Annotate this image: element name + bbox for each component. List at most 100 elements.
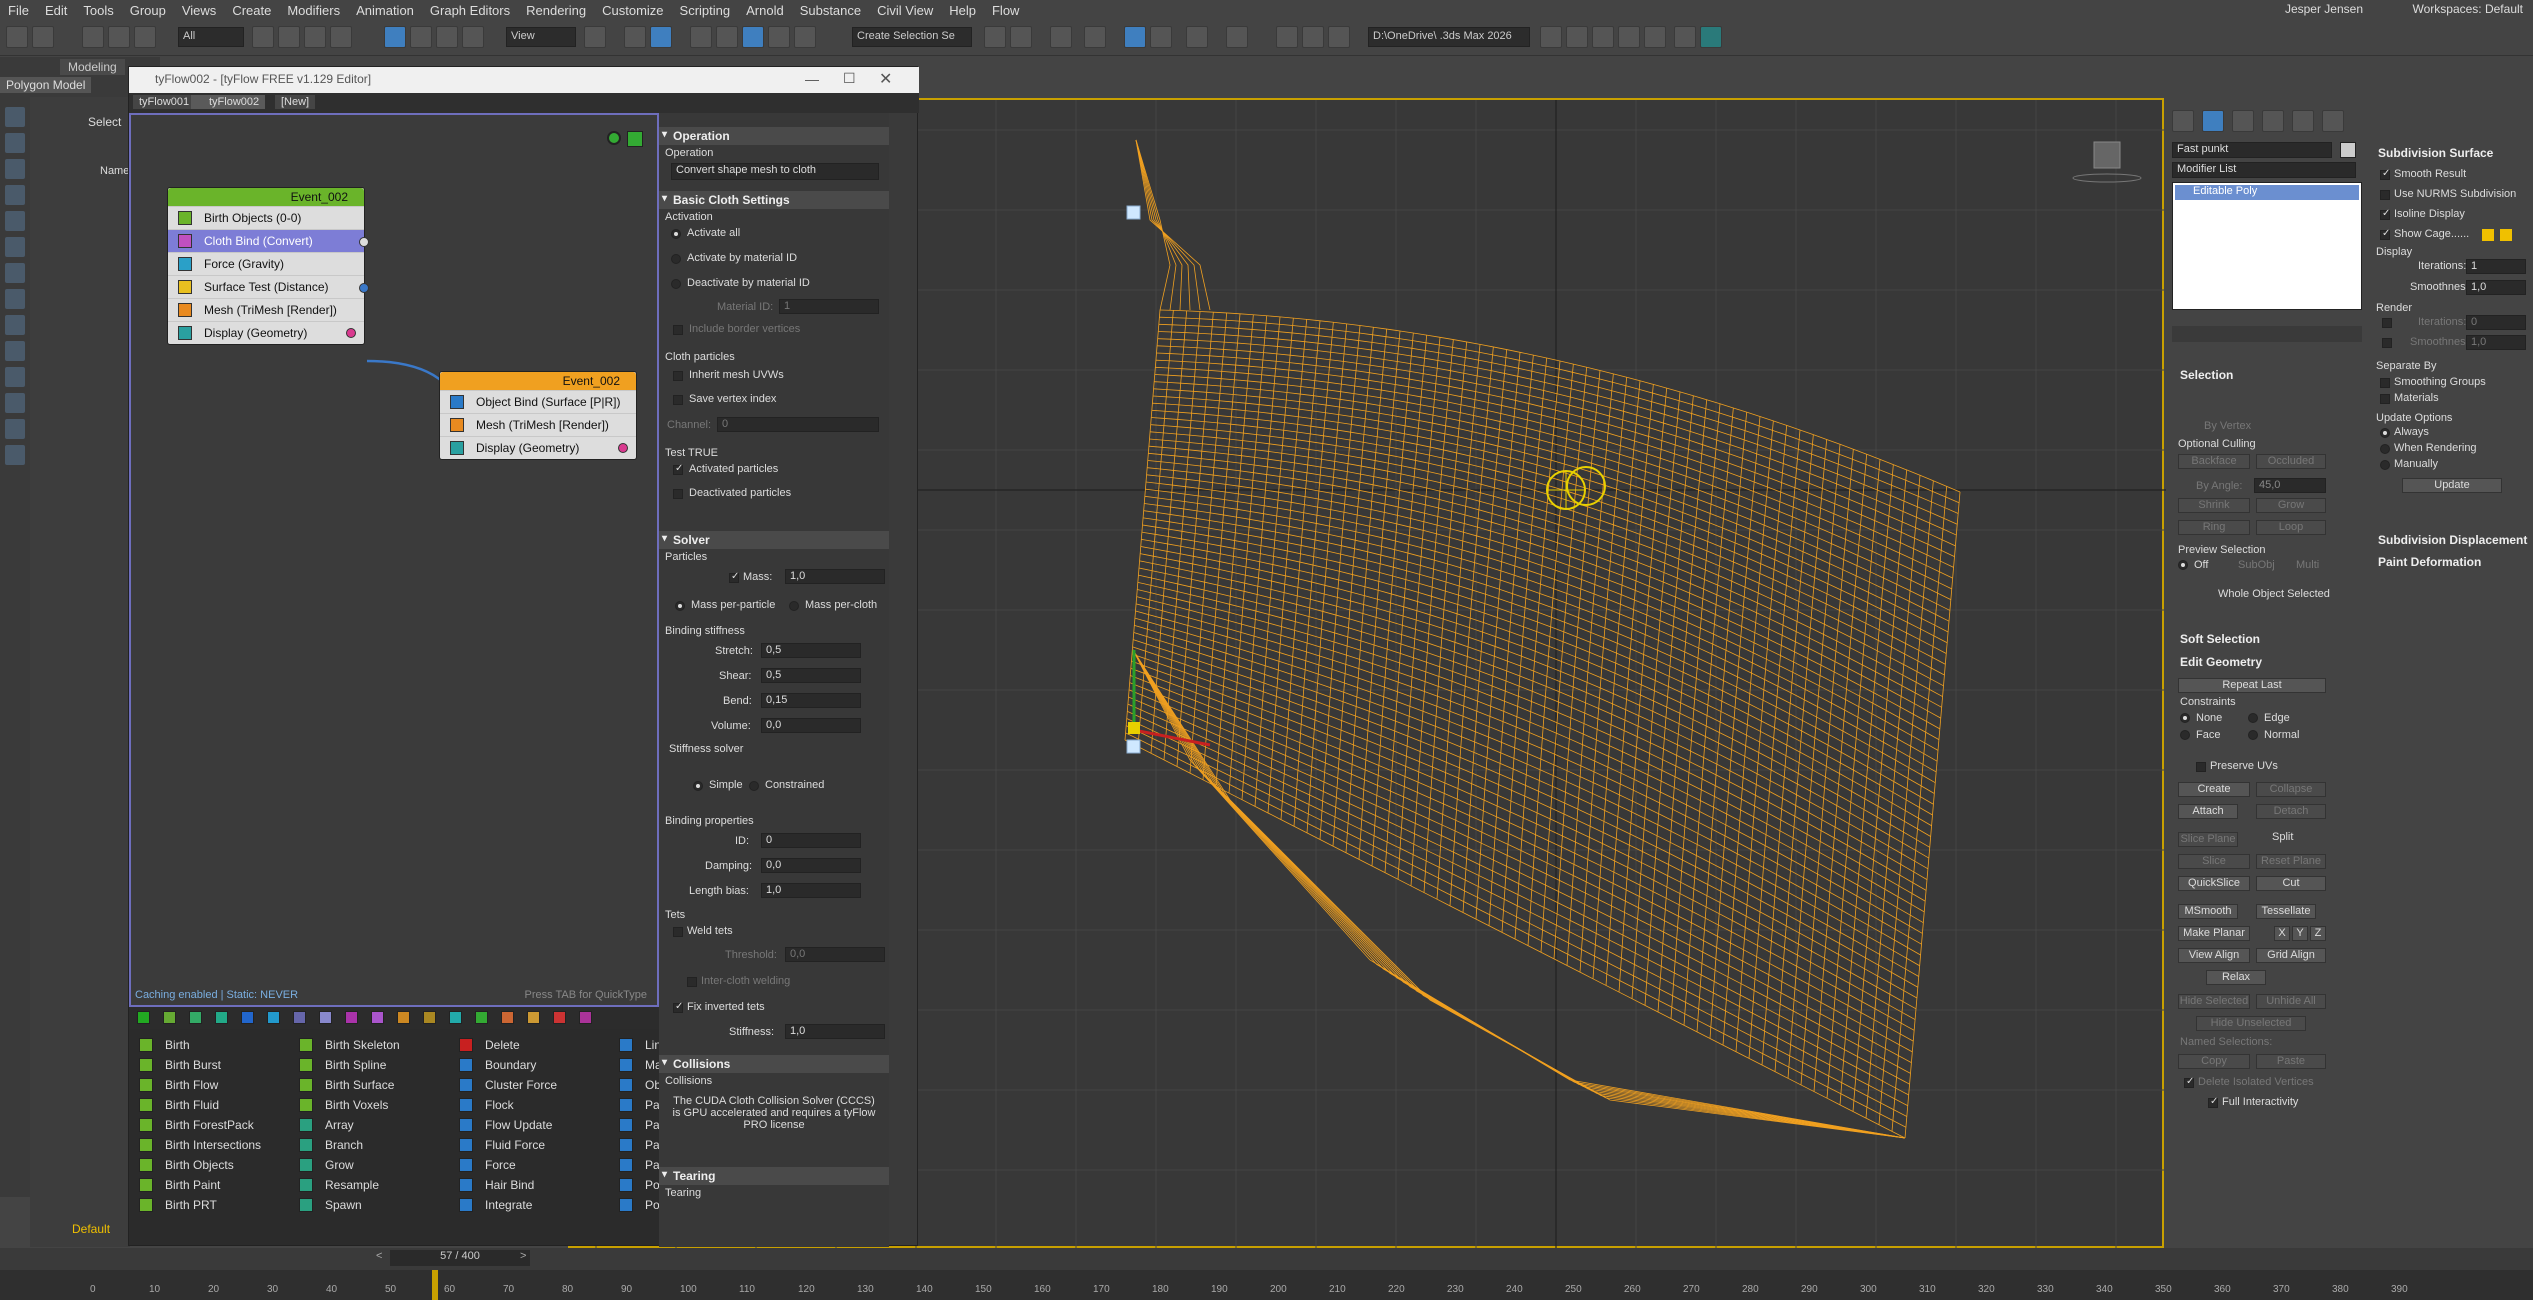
operator-category-icon[interactable]	[319, 1011, 332, 1024]
angle-snap-icon[interactable]	[716, 26, 738, 48]
operator-category-icon[interactable]	[553, 1011, 566, 1024]
tessellate-button[interactable]: Tessellate	[2256, 904, 2316, 919]
left-tool-icon[interactable]	[5, 419, 25, 439]
left-tool-icon[interactable]	[5, 185, 25, 205]
preview-off-radio[interactable]	[2178, 560, 2188, 570]
next-frame-icon[interactable]: >	[520, 1250, 526, 1262]
display-iterations-field[interactable]: 1	[2466, 259, 2526, 274]
left-tool-icon[interactable]	[5, 263, 25, 283]
grow-button[interactable]: Grow	[2256, 498, 2326, 513]
operator-item[interactable]: Branch	[299, 1135, 400, 1155]
planar-y-button[interactable]: Y	[2292, 926, 2308, 941]
operator-category-icon[interactable]	[293, 1011, 306, 1024]
operator-item[interactable]: Spawn	[299, 1195, 400, 1215]
op-display[interactable]: Display (Geometry)	[168, 321, 364, 344]
operator-item[interactable]: Delete	[459, 1035, 557, 1055]
operator-item[interactable]: Birth Intersections	[139, 1135, 261, 1155]
ribbon-polygon-modeling[interactable]: Polygon Model	[0, 77, 92, 93]
operator-item[interactable]: Pa	[619, 1095, 662, 1115]
left-tool-icon[interactable]	[5, 393, 25, 413]
spinner-snap-icon[interactable]	[768, 26, 790, 48]
operator-category-icon[interactable]	[241, 1011, 254, 1024]
export-icon[interactable]	[1592, 26, 1614, 48]
named-selection-dropdown[interactable]: Create Selection Se	[852, 27, 972, 47]
left-tool-icon[interactable]	[5, 341, 25, 361]
menu-item-scripting[interactable]: Scripting	[672, 3, 739, 18]
op-mesh[interactable]: Mesh (TriMesh [Render])	[440, 413, 636, 436]
operator-item[interactable]: Resample	[299, 1175, 400, 1195]
loop-button[interactable]: Loop	[2256, 520, 2326, 535]
undo-icon[interactable]	[6, 26, 28, 48]
left-tool-icon[interactable]	[5, 237, 25, 257]
time-ruler[interactable]: 0 10 20 30 40 50 60 70 80 90 100 110 120 130 140 150 160…	[0, 1270, 2533, 1300]
close-icon[interactable]: ✕	[879, 69, 892, 89]
operator-item[interactable]: Birth PRT	[139, 1195, 261, 1215]
user-name[interactable]: Jesper Jensen	[2285, 2, 2363, 16]
by-vertex-label[interactable]: By Vertex	[2204, 420, 2251, 432]
operator-item[interactable]: Pa	[619, 1135, 662, 1155]
soft-selection-rollout[interactable]: Soft Selection	[2180, 632, 2260, 646]
solver-constrained-radio[interactable]	[749, 781, 759, 791]
repeat-last-button[interactable]: Repeat Last	[2178, 678, 2326, 693]
operator-category-icon[interactable]	[527, 1011, 540, 1024]
slice-button[interactable]: Slice	[2178, 854, 2250, 869]
solver-rollout[interactable]: Solver	[659, 531, 889, 549]
event-node-2[interactable]: Event_002 Object Bind (Surface [P|R]) Me…	[439, 371, 637, 460]
ref-coord-dropdown[interactable]: View	[506, 27, 576, 47]
selection-filter-dropdown[interactable]: All	[178, 27, 244, 47]
edit-named-sel-icon[interactable]	[794, 26, 816, 48]
grid-align-button[interactable]: Grid Align	[2256, 948, 2326, 963]
pin-handle-top[interactable]	[1126, 205, 1141, 220]
menu-item-customize[interactable]: Customize	[594, 3, 671, 18]
op-surface-test[interactable]: Surface Test (Distance)	[168, 275, 369, 298]
op-birth-objects[interactable]: Birth Objects (0-0)	[168, 206, 364, 229]
window-crossing-icon[interactable]	[330, 26, 352, 48]
update-button[interactable]: Update	[2402, 478, 2502, 493]
length-bias-field[interactable]: 1,0	[761, 883, 861, 898]
op-force[interactable]: Force (Gravity)	[168, 252, 364, 275]
paste-button[interactable]: Paste	[2256, 1054, 2326, 1069]
link-icon[interactable]	[82, 26, 104, 48]
operator-item[interactable]: Fluid Force	[459, 1135, 557, 1155]
update-always-radio[interactable]	[2380, 428, 2390, 438]
select-by-name-icon[interactable]	[278, 26, 300, 48]
ribbon-tab-modeling[interactable]: Modeling	[60, 59, 125, 75]
cut-button[interactable]: Cut	[2256, 876, 2326, 891]
display-tab-icon[interactable]	[2292, 110, 2314, 132]
operator-category-icon[interactable]	[137, 1011, 150, 1024]
left-tool-icon[interactable]	[5, 445, 25, 465]
mirror-icon[interactable]	[984, 26, 1006, 48]
activate-by-id-radio[interactable]	[671, 254, 681, 264]
open-project-icon[interactable]	[1540, 26, 1562, 48]
cage-color-2[interactable]	[2500, 229, 2512, 241]
operator-item[interactable]: Hair Bind	[459, 1175, 557, 1195]
object-color-swatch[interactable]	[2340, 142, 2356, 158]
project-path-dropdown[interactable]: D:\OneDrive\ .3ds Max 2026	[1368, 27, 1530, 47]
constraint-normal-radio[interactable]	[2248, 730, 2258, 740]
pin-handle-bottom[interactable]	[1126, 739, 1141, 754]
scale-icon[interactable]	[436, 26, 458, 48]
operator-item[interactable]: Flow Update	[459, 1115, 557, 1135]
left-tool-icon[interactable]	[5, 289, 25, 309]
tab-tyflow001[interactable]: tyFlow001	[133, 95, 196, 109]
operator-category-icon[interactable]	[371, 1011, 384, 1024]
preview-subobj-label[interactable]: SubObj	[2238, 559, 2275, 571]
operator-item[interactable]: Ob	[619, 1075, 662, 1095]
subdivision-surface-rollout[interactable]: Subdivision Surface	[2378, 146, 2493, 160]
paint-deformation-rollout[interactable]: Paint Deformation	[2378, 555, 2481, 569]
nurms-checkbox[interactable]	[2380, 190, 2390, 200]
show-cage-checkbox[interactable]	[2380, 228, 2390, 240]
activate-all-radio[interactable]	[671, 229, 681, 239]
redo-icon[interactable]	[32, 26, 54, 48]
menu-item-file[interactable]: File	[0, 3, 37, 18]
operator-item[interactable]: Birth Fluid	[139, 1095, 261, 1115]
pivot-icon[interactable]	[584, 26, 606, 48]
menu-item-create[interactable]: Create	[224, 3, 279, 18]
menu-item-substance[interactable]: Substance	[792, 3, 869, 18]
event-2-header[interactable]: Event_002	[440, 372, 636, 390]
minimize-icon[interactable]: —	[805, 71, 819, 87]
utilities-tab-icon[interactable]	[2322, 110, 2344, 132]
motion-tab-icon[interactable]	[2262, 110, 2284, 132]
planar-z-button[interactable]: Z	[2310, 926, 2326, 941]
operator-item[interactable]: Birth Skeleton	[299, 1035, 400, 1055]
